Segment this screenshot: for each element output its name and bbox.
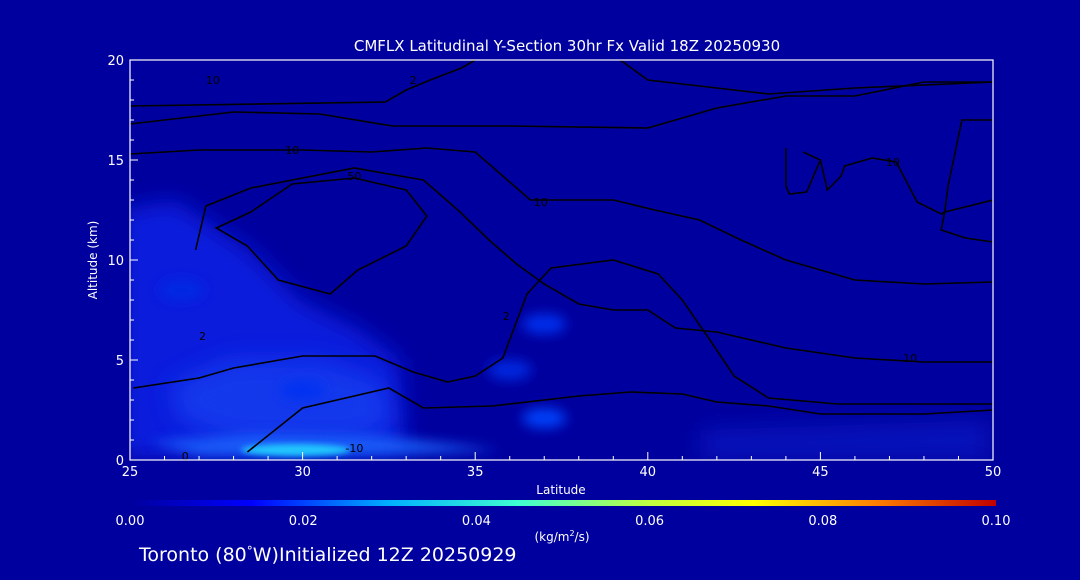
x-tick-label: 45 (812, 465, 829, 480)
colorbar-unit-suffix: /s) (575, 530, 590, 544)
contour-label: 50 (347, 170, 361, 183)
colorbar (130, 500, 996, 506)
chart-title: CMFLX Latitudinal Y-Section 30hr Fx Vali… (354, 37, 780, 55)
contour-label: -10 (345, 442, 363, 455)
contour-line (619, 60, 993, 95)
flux-maximum (280, 380, 325, 400)
x-tick-label: 40 (640, 465, 657, 480)
colorbar-tick-label: 0.08 (808, 514, 837, 529)
x-tick-label: 25 (122, 465, 139, 480)
x-tick-label: 35 (467, 465, 484, 480)
y-tick-label: 0 (116, 454, 124, 469)
colorbar-tick-label: 0.04 (462, 514, 491, 529)
y-tick-label: 20 (107, 54, 124, 69)
x-axis-label: Latitude (536, 483, 585, 497)
contour-line (785, 148, 822, 195)
flux-maximum (240, 444, 351, 456)
colorbar-unit: (kg/m2/s) (534, 529, 589, 544)
flux-region-east (700, 420, 990, 460)
contour-label: 10 (534, 196, 548, 209)
colorbar-tick-label: 0.02 (289, 514, 318, 529)
footer-location-prefix: Toronto (80 (138, 544, 247, 566)
colorbar-tick-label: 0.06 (635, 514, 664, 529)
contour-label: 10 (285, 144, 299, 157)
y-axis-label: Altitude (km) (86, 221, 100, 300)
x-tick-label: 50 (985, 465, 1002, 480)
chart-stage: CMFLX Latitudinal Y-Section 30hr Fx Vali… (0, 0, 1080, 576)
flux-maximum (522, 314, 567, 334)
y-tick-label: 5 (116, 354, 124, 369)
contour-label: 2 (410, 74, 417, 87)
contour-label: 10 (206, 74, 220, 87)
contour-label: 2 (199, 330, 206, 343)
flux-maximum (159, 280, 204, 300)
contour-label: 10 (886, 156, 900, 169)
x-tick-label: 30 (294, 465, 311, 480)
contour-line (130, 81, 993, 129)
footer-initialized-text: Toronto (80°W)Initialized 12Z 20250929 (138, 544, 517, 566)
colorbar-unit-prefix: (kg/m (534, 530, 569, 544)
contour-label: 0 (182, 450, 189, 463)
cross-section-chart: CMFLX Latitudinal Y-Section 30hr Fx Vali… (86, 37, 1011, 566)
contour-label: 10 (903, 352, 917, 365)
contour-label: 2 (503, 310, 510, 323)
colorbar-tick-label: 0.00 (116, 514, 145, 529)
footer-location-suffix: W)Initialized 12Z 20250929 (253, 544, 517, 566)
y-tick-label: 10 (107, 254, 124, 269)
contour-line (940, 199, 993, 243)
y-tick-label: 15 (107, 154, 124, 169)
flux-maximum (522, 408, 567, 428)
colorbar-tick-label: 0.10 (982, 514, 1011, 529)
contour-line (130, 60, 476, 107)
